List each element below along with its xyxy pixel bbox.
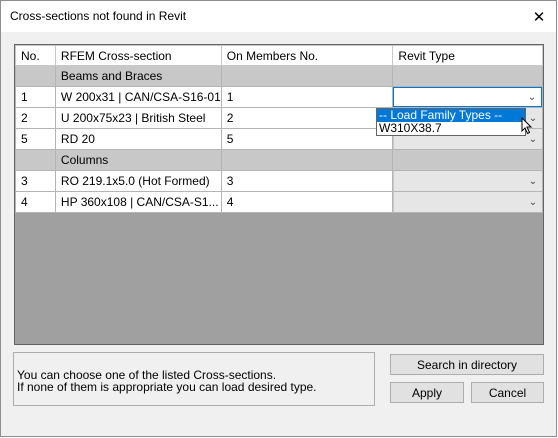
group-row: Columns xyxy=(15,149,543,171)
revit-type-cell: ⌄ xyxy=(392,170,543,192)
row-section: HP 360x108 | CAN/CSA-S1... xyxy=(54,191,222,213)
table-row[interactable]: 1 W 200x31 | CAN/CSA-S16-01 1 ⌄ xyxy=(15,86,543,108)
row-members: 3 xyxy=(220,170,394,192)
info-panel: You can choose one of the listed Cross-s… xyxy=(13,352,375,406)
cross-section-grid: No. RFEM Cross-section On Members No. Re… xyxy=(14,44,544,345)
chevron-down-icon[interactable]: ⌄ xyxy=(524,193,542,212)
row-members: 1 xyxy=(220,86,394,108)
chevron-down-icon[interactable]: ⌄ xyxy=(524,172,542,191)
revit-type-combo[interactable]: ⌄ xyxy=(393,171,542,191)
info-text-line2: If none of them is appropriate you can l… xyxy=(17,380,317,394)
close-icon[interactable]: ✕ xyxy=(522,1,556,32)
group-spacer xyxy=(220,65,394,87)
dropdown-option[interactable]: -- Load Family Types -- xyxy=(377,109,525,122)
mouse-pointer-icon xyxy=(521,117,533,135)
group-spacer xyxy=(15,65,56,87)
table-row[interactable]: 4 HP 360x108 | CAN/CSA-S1... 4 ⌄ xyxy=(15,191,543,213)
row-section: RO 219.1x5.0 (Hot Formed) xyxy=(54,170,222,192)
row-no: 3 xyxy=(15,170,56,192)
row-members: 4 xyxy=(220,191,394,213)
row-members: 2 xyxy=(220,107,394,129)
row-members: 5 xyxy=(220,128,394,150)
group-spacer xyxy=(392,65,543,87)
dropdown-option[interactable]: W310X38.7 xyxy=(377,122,525,135)
apply-button[interactable]: Apply xyxy=(390,382,464,403)
column-header-revit-type[interactable]: Revit Type xyxy=(392,45,543,66)
column-header-on-members[interactable]: On Members No. xyxy=(220,45,394,66)
row-no: 1 xyxy=(15,86,56,108)
group-label: Beams and Braces xyxy=(54,65,222,87)
row-no: 2 xyxy=(15,107,56,129)
group-spacer xyxy=(220,149,394,171)
search-in-directory-button[interactable]: Search in directory xyxy=(390,354,544,375)
row-no: 5 xyxy=(15,128,56,150)
revit-type-combo[interactable]: ⌄ xyxy=(393,192,542,212)
group-row: Beams and Braces xyxy=(15,65,543,87)
group-spacer xyxy=(392,149,543,171)
column-header-no[interactable]: No. xyxy=(15,45,56,66)
title-bar: Cross-sections not found in Revit ✕ xyxy=(1,1,556,32)
group-label: Columns xyxy=(54,149,222,171)
row-section: W 200x31 | CAN/CSA-S16-01 xyxy=(54,86,222,108)
row-section: RD 20 xyxy=(54,128,222,150)
row-no: 4 xyxy=(15,191,56,213)
chevron-down-icon[interactable]: ⌄ xyxy=(523,88,541,106)
cancel-button[interactable]: Cancel xyxy=(471,382,544,403)
window-title: Cross-sections not found in Revit xyxy=(10,9,187,23)
revit-type-cell: ⌄ xyxy=(392,191,543,213)
revit-type-combo[interactable]: ⌄ xyxy=(393,87,542,107)
row-section: U 200x75x23 | British Steel xyxy=(54,107,222,129)
table-row[interactable]: 3 RO 219.1x5.0 (Hot Formed) 3 ⌄ xyxy=(15,170,543,192)
revit-type-cell: ⌄ xyxy=(392,86,543,108)
revit-type-dropdown-list: -- Load Family Types -- W310X38.7 xyxy=(376,108,526,136)
column-header-rfem-cross-section[interactable]: RFEM Cross-section xyxy=(54,45,222,66)
group-spacer xyxy=(15,149,56,171)
